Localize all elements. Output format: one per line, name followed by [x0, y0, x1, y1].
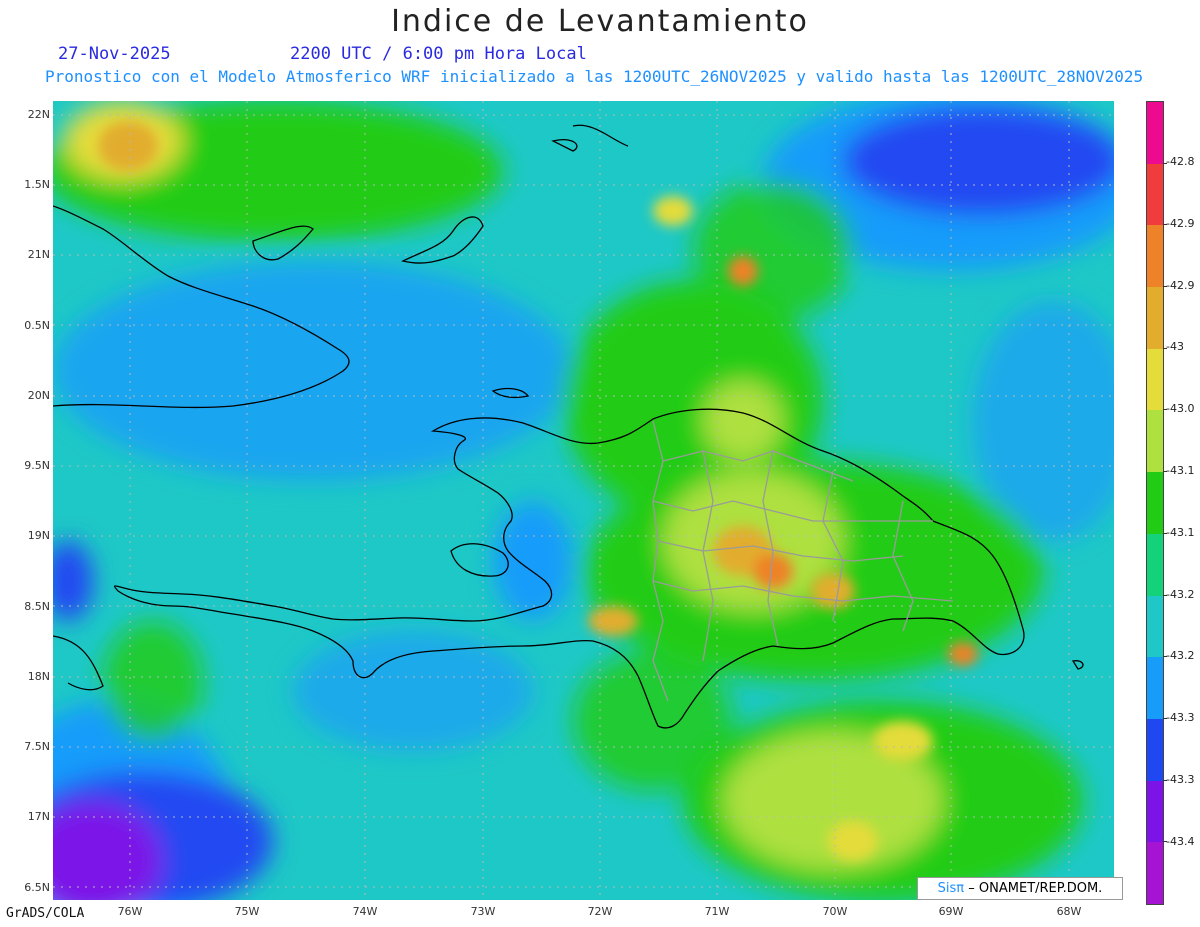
colorbar-swatch — [1147, 102, 1163, 165]
colorbar-label: -43.0 — [1166, 402, 1195, 415]
colorbar-swatch — [1147, 163, 1163, 226]
colorbar-label: -43.3 — [1166, 773, 1195, 786]
colorbar-tick — [1163, 471, 1167, 473]
lat-label: 20N — [27, 389, 50, 402]
lat-label: 8.5N — [24, 600, 50, 613]
credit-box: Sisπ – ONAMET/REP.DOM. — [917, 877, 1123, 900]
colorbar-label: -43.2 — [1166, 649, 1195, 662]
lifted-index-map — [53, 101, 1114, 900]
lon-label: 76W — [117, 905, 143, 918]
colorbar-label: -43.3 — [1166, 711, 1195, 724]
lat-label: 7.5N — [24, 740, 50, 753]
colorbar-tick — [1163, 779, 1167, 781]
colorbar-label: -42.8 — [1166, 155, 1195, 168]
forecast-note: Pronostico con el Modelo Atmosferico WRF… — [45, 67, 1144, 86]
lon-label: 72W — [587, 905, 613, 918]
colorbar-label: -43.2 — [1166, 588, 1195, 601]
lon-label: 69W — [938, 905, 964, 918]
colorbar-label: -43.1 — [1166, 464, 1195, 477]
colorbar-tick — [1163, 409, 1167, 411]
lat-label: 9.5N — [24, 459, 50, 472]
colorbar-swatch — [1147, 780, 1163, 843]
colorbar-tick — [1163, 224, 1167, 226]
colorbar-tick — [1163, 656, 1167, 658]
lat-label: 0.5N — [24, 319, 50, 332]
colorbar-tick — [1163, 347, 1167, 349]
lat-label: 19N — [27, 529, 50, 542]
colorbar-label: -42.9 — [1166, 279, 1195, 292]
lat-label: 6.5N — [24, 881, 50, 894]
colorbar-tick — [1163, 841, 1167, 843]
colorbar-label: -43.1 — [1166, 526, 1195, 539]
map-title: Indice de Levantamiento — [391, 4, 809, 39]
lat-label: 21N — [27, 248, 50, 261]
forecast-date: 27-Nov-2025 — [58, 44, 171, 64]
colorbar-swatch — [1147, 657, 1163, 720]
colorbar-swatch — [1147, 718, 1163, 782]
colorbar-swatch — [1147, 348, 1163, 411]
lat-label: 1.5N — [24, 178, 50, 191]
colorbar-swatch — [1147, 595, 1163, 658]
colorbar-tick — [1163, 594, 1167, 596]
colorbar-swatch — [1147, 472, 1163, 535]
colorbar — [1146, 101, 1164, 905]
lat-label: 18N — [27, 670, 50, 683]
lon-label: 75W — [234, 905, 260, 918]
lon-label: 68W — [1056, 905, 1082, 918]
credit-brand: Sisπ — [937, 881, 965, 896]
colorbar-swatch — [1147, 533, 1163, 597]
colorbar-tick — [1163, 162, 1167, 164]
colorbar-tick — [1163, 286, 1167, 288]
lon-label: 70W — [822, 905, 848, 918]
colorbar-label: -42.9 — [1166, 217, 1195, 230]
colorbar-swatch — [1147, 410, 1163, 473]
lon-label: 71W — [704, 905, 730, 918]
footer-label: GrADS/COLA — [6, 906, 85, 921]
lon-label: 74W — [352, 905, 378, 918]
colorbar-swatch — [1147, 225, 1163, 288]
colorbar-tick — [1163, 532, 1167, 534]
colorbar-swatch — [1147, 842, 1163, 905]
colorbar-swatch — [1147, 287, 1163, 350]
lat-label: 17N — [27, 810, 50, 823]
colorbar-tick — [1163, 717, 1167, 719]
credit-separator: – — [964, 881, 975, 896]
lat-label: 22N — [27, 108, 50, 121]
colorbar-label: -43.4 — [1166, 835, 1195, 848]
credit-agency: ONAMET/REP.DOM. — [974, 881, 1103, 896]
colorbar-label: -43 — [1166, 340, 1184, 353]
forecast-time: 2200 UTC / 6:00 pm Hora Local — [290, 44, 587, 64]
lon-label: 73W — [470, 905, 496, 918]
